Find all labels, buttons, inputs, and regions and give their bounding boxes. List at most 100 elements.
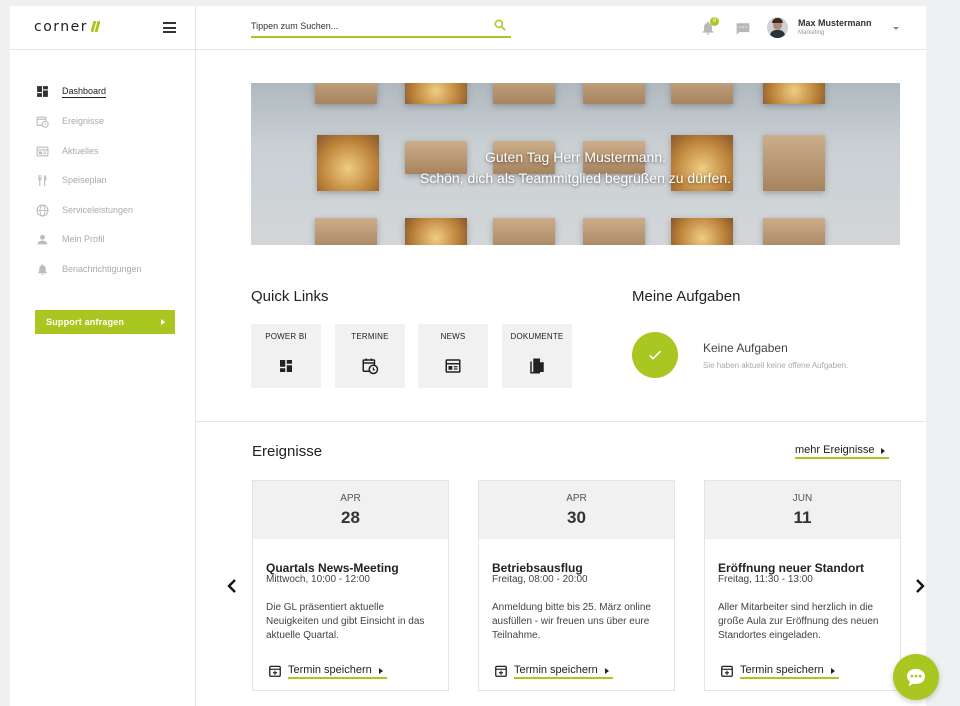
sidebar-item-mein-profil[interactable]: Mein Profil — [36, 232, 176, 248]
chevron-right-icon — [604, 668, 609, 674]
news-icon — [36, 146, 49, 157]
quick-link-termine[interactable]: TERMINE — [335, 324, 405, 388]
next-arrow-icon[interactable] — [914, 579, 926, 593]
logo[interactable]: corner — [34, 19, 101, 35]
hero-greeting-line1: Guten Tag Herr Mustermann. — [484, 149, 667, 165]
calendar-clock-icon — [36, 116, 49, 128]
event-description: Die GL präsentiert aktuelle Neuigkeiten … — [266, 602, 425, 641]
save-event-label: Termin speichern — [288, 664, 387, 679]
logo-mark-icon — [91, 21, 101, 32]
notification-count-badge: 8 — [710, 17, 719, 26]
calendar-add-icon — [269, 665, 281, 677]
person-icon — [37, 234, 48, 245]
message-icon[interactable] — [735, 22, 751, 36]
event-description: Anmeldung bitte bis 25. März online ausf… — [492, 602, 651, 641]
event-description: Aller Mitarbeiter sind herzlich in die g… — [718, 602, 879, 641]
chat-bubble-icon — [906, 668, 926, 687]
tasks-empty-subtitle: Sie haben aktuell keine offene Aufgaben. — [703, 361, 849, 370]
search-icon[interactable] — [493, 18, 507, 32]
support-request-button[interactable]: Support anfragen — [35, 310, 175, 334]
save-event-label: Termin speichern — [740, 664, 839, 679]
sidebar-item-ereignisse[interactable]: Ereignisse — [36, 114, 176, 130]
app-frame: corner 8 Max Mustermann Marketing Dashbo… — [10, 6, 926, 706]
dashboard-icon — [280, 360, 292, 372]
save-event-label-text: Termin speichern — [288, 664, 372, 676]
user-name[interactable]: Max Mustermann — [798, 18, 872, 28]
document-icon — [530, 358, 544, 374]
event-month: APR — [340, 493, 361, 504]
quick-link-label: DOKUMENTE — [510, 332, 564, 341]
top-bar: 8 Max Mustermann Marketing — [196, 6, 926, 50]
quick-links-title: Quick Links — [251, 288, 329, 305]
quick-link-label: NEWS — [440, 332, 466, 341]
event-title: Betriebsausflug — [492, 561, 583, 575]
search-input[interactable] — [251, 16, 481, 36]
user-role: Marketing — [798, 30, 825, 36]
quick-link-news[interactable]: NEWS — [418, 324, 488, 388]
event-title: Eröffnung neuer Standort — [718, 561, 864, 575]
event-card[interactable]: APR 28 Quartals News-Meeting Mittwoch, 1… — [252, 480, 449, 691]
section-divider — [196, 421, 926, 422]
sidebar-item-label: Ereignisse — [62, 116, 105, 126]
hero-greeting-line2: Schön, dich als Teammitglied begrüßen zu… — [419, 170, 732, 186]
user-menu-chevron-down-icon[interactable] — [893, 27, 899, 30]
event-card[interactable]: JUN 11 Eröffnung neuer Standort Freitag,… — [704, 480, 901, 691]
dashboard-icon — [37, 86, 48, 97]
save-event-button[interactable]: Termin speichern — [492, 663, 632, 679]
sidebar-item-benachrichtigungen[interactable]: Benachrichtigungen — [36, 262, 176, 278]
more-events-link[interactable]: mehr Ereignisse — [795, 444, 890, 459]
sidebar-item-serviceleistungen[interactable]: Serviceleistungen — [36, 203, 176, 219]
sidebar-item-speiseplan[interactable]: Speiseplan — [36, 173, 176, 189]
sidebar-item-label: Benachrichtigungen — [62, 264, 142, 274]
save-event-label: Termin speichern — [514, 664, 613, 679]
chevron-right-icon — [378, 668, 383, 674]
hamburger-menu-icon[interactable] — [163, 22, 176, 33]
quick-link-label: POWER BI — [265, 332, 307, 341]
calendar-add-icon — [721, 665, 733, 677]
save-event-label-text: Termin speichern — [514, 664, 598, 676]
sidebar-item-label: Speiseplan — [62, 175, 107, 185]
logo-text: corner — [34, 19, 89, 35]
save-event-button[interactable]: Termin speichern — [266, 663, 406, 679]
quick-link-power-bi[interactable]: POWER BI — [251, 324, 321, 388]
more-events-label: mehr Ereignisse — [795, 444, 875, 456]
sidebar-item-label: Serviceleistungen — [62, 205, 134, 215]
event-month: JUN — [792, 493, 813, 504]
hero-banner: Guten Tag Herr Mustermann. Schön, dich a… — [251, 83, 900, 245]
globe-icon — [36, 204, 49, 217]
quick-link-label: TERMINE — [351, 332, 389, 341]
quick-link-dokumente[interactable]: DOKUMENTE — [502, 324, 572, 388]
event-time: Mittwoch, 10:00 - 12:00 — [266, 574, 370, 585]
user-avatar[interactable] — [767, 17, 788, 38]
event-date: JUN 11 — [705, 481, 900, 539]
previous-arrow-icon[interactable] — [226, 579, 238, 593]
logo-area: corner — [10, 6, 196, 50]
cutlery-icon — [38, 175, 47, 186]
sidebar-item-label: Dashboard — [62, 86, 107, 98]
chevron-right-icon — [830, 668, 835, 674]
calendar-clock-icon — [362, 358, 379, 375]
check-icon — [632, 332, 678, 378]
event-date: APR 30 — [479, 481, 674, 539]
chat-button[interactable] — [893, 654, 939, 700]
bell-icon — [38, 264, 47, 275]
sidebar: Dashboard Ereignisse Aktuelles Speisepla… — [10, 50, 196, 706]
tasks-title: Meine Aufgaben — [632, 288, 741, 305]
chevron-right-icon — [881, 448, 886, 454]
event-day: 11 — [793, 508, 812, 527]
sidebar-item-dashboard[interactable]: Dashboard — [36, 84, 176, 100]
save-event-label-text: Termin speichern — [740, 664, 824, 676]
tasks-empty-title: Keine Aufgaben — [703, 341, 788, 355]
search-box — [251, 16, 511, 38]
support-request-label: Support anfragen — [46, 317, 125, 327]
event-time: Freitag, 08:00 - 20:00 — [492, 574, 588, 585]
event-title: Quartals News-Meeting — [266, 561, 399, 575]
event-day: 30 — [567, 508, 586, 527]
event-date: APR 28 — [253, 481, 448, 539]
event-time: Freitag, 11:30 - 13:00 — [718, 574, 813, 585]
events-title: Ereignisse — [252, 443, 323, 460]
save-event-button[interactable]: Termin speichern — [718, 663, 858, 679]
sidebar-item-aktuelles[interactable]: Aktuelles — [36, 144, 176, 160]
event-card[interactable]: APR 30 Betriebsausflug Freitag, 08:00 - … — [478, 480, 675, 691]
event-day: 28 — [341, 508, 360, 527]
